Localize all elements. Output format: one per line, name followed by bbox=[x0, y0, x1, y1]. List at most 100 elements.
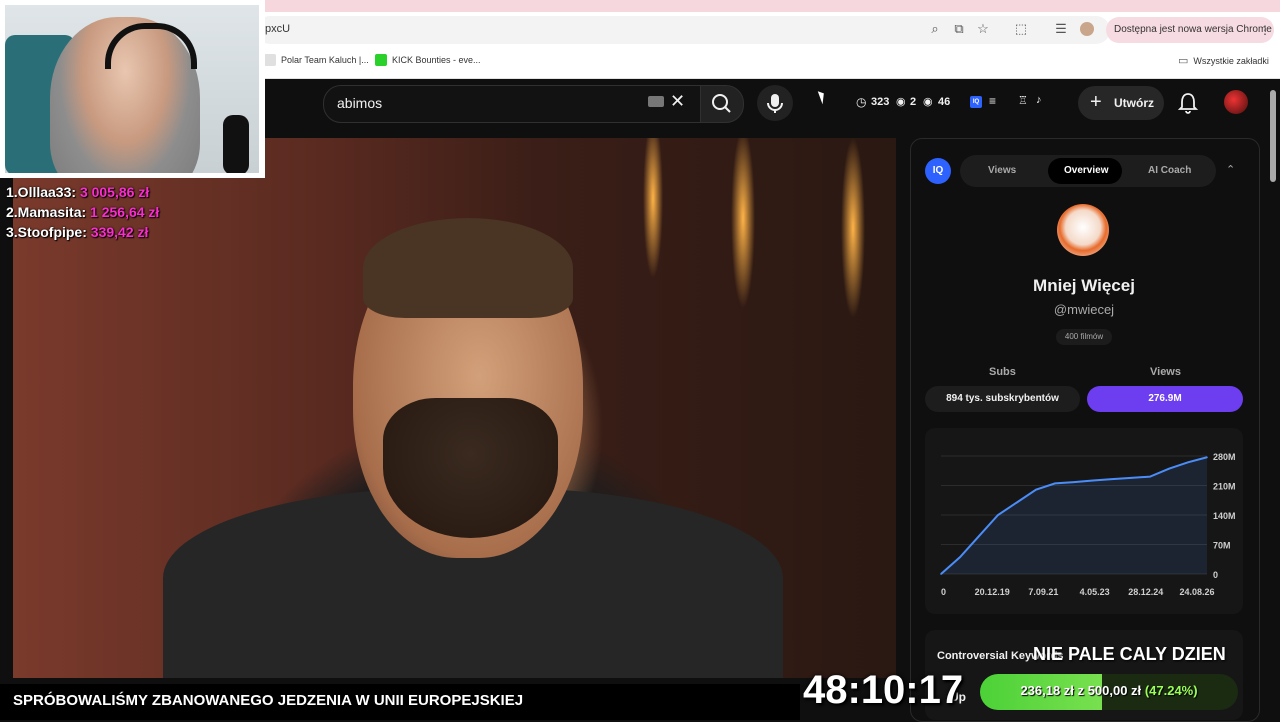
microphone-stand bbox=[223, 115, 249, 173]
chart-point bbox=[1054, 482, 1056, 485]
keyboard-icon[interactable] bbox=[648, 96, 664, 107]
iq-extension-icon[interactable]: IQ bbox=[970, 96, 982, 108]
tab-views[interactable]: Views bbox=[988, 165, 1016, 176]
video-person-beard bbox=[383, 398, 558, 538]
cast-icon[interactable]: ⧉ bbox=[951, 21, 967, 37]
microphone-icon bbox=[767, 94, 783, 113]
chart-point bbox=[1168, 467, 1170, 470]
tab-overview[interactable]: Overview bbox=[1064, 165, 1108, 176]
eye-icon: ◉ bbox=[896, 96, 906, 108]
bell-icon bbox=[1177, 93, 1199, 114]
chart-point bbox=[940, 573, 942, 575]
goal-current: 236,18 zł bbox=[1020, 683, 1074, 698]
leaderboard-amount: 339,42 zł bbox=[90, 224, 149, 240]
views-heading: Views bbox=[1150, 366, 1181, 378]
chart-x-tick: 20.12.19 bbox=[975, 587, 1010, 597]
channel-handle: @mwiecej bbox=[1053, 302, 1115, 317]
stat-eye-a: 2 bbox=[910, 96, 917, 108]
url-text[interactable]: pxcU bbox=[265, 23, 290, 35]
chrome-update-label: Dostępna jest nowa wersja Chrome bbox=[1114, 24, 1272, 35]
video-title: SPRÓBOWALIŚMY ZBANOWANEGO JEDZENIA W UNI… bbox=[13, 692, 524, 709]
folder-icon: ▭ bbox=[1178, 55, 1189, 67]
search-query[interactable]: abimos bbox=[337, 95, 382, 111]
chart-point bbox=[1016, 501, 1018, 504]
stream-timer: 48:10:17 bbox=[803, 668, 964, 712]
chart-area bbox=[941, 457, 1207, 574]
chart-x-tick: 24.08.26 bbox=[1179, 587, 1214, 597]
leaderboard-amount: 1 256,64 zł bbox=[90, 204, 160, 220]
extensions-icon[interactable]: ⬚ bbox=[1013, 21, 1029, 37]
views-chart: 280M 210M 140M 70M 0 0 20.12.19 7.09.21 4.05.23 2… bbox=[940, 452, 1236, 597]
donation-goal-text: 236,18 zł z 500,00 zł (47.24%) bbox=[980, 683, 1238, 698]
list-icon[interactable]: ≡ bbox=[989, 94, 996, 108]
leaderboard-entry-3: 3.Stoofpipe: 339,42 zł bbox=[6, 224, 148, 240]
chart-y-tick: 0 bbox=[1213, 570, 1218, 580]
plus-icon: + bbox=[1090, 91, 1102, 113]
leaderboard-name: 2.Mamasita: bbox=[6, 204, 87, 220]
leaderboard-entry-2: 2.Mamasita: 1 256,64 zł bbox=[6, 204, 159, 220]
reading-list-icon[interactable]: ☰ bbox=[1053, 21, 1069, 37]
channel-logo[interactable] bbox=[1057, 204, 1109, 256]
chrome-menu-icon[interactable]: ⋮ bbox=[1259, 23, 1271, 37]
chart-point bbox=[959, 556, 961, 558]
stat-watch: 323 bbox=[871, 96, 890, 108]
create-label: Utwórz bbox=[1114, 96, 1154, 110]
chart-x-tick: 7.09.21 bbox=[1028, 587, 1058, 597]
trophy-icon[interactable]: ♖ bbox=[1018, 94, 1028, 107]
voice-search-button[interactable] bbox=[757, 85, 793, 121]
clock-icon: ◷ bbox=[856, 95, 867, 109]
clear-search-icon[interactable]: ✕ bbox=[670, 91, 685, 112]
channel-name: Mniej Więcej bbox=[1033, 276, 1135, 295]
chart-x-tick: 28.12.24 bbox=[1128, 587, 1163, 597]
search-button[interactable] bbox=[700, 85, 744, 123]
chart-point bbox=[1111, 478, 1113, 480]
star-icon[interactable]: ☆ bbox=[975, 21, 991, 37]
chart-point bbox=[1206, 456, 1208, 459]
chart-y-tick: 140M bbox=[1213, 511, 1236, 521]
chart-y-tick: 70M bbox=[1213, 541, 1231, 551]
chart-y-tick: 210M bbox=[1213, 482, 1236, 492]
bookmark-kick[interactable]: KICK Bounties - eve... bbox=[375, 54, 481, 66]
views-value-button[interactable]: 276.9M bbox=[1087, 386, 1243, 412]
leaderboard-name: 3.Stoofpipe: bbox=[6, 224, 87, 240]
leaderboard-entry-1: 1.Olllaa33: 3 005,86 zł bbox=[6, 184, 149, 200]
chevron-up-icon[interactable]: ⌃ bbox=[1226, 163, 1235, 176]
bookmark-label: KICK Bounties - eve... bbox=[392, 55, 481, 65]
bookmark-polar[interactable]: Polar Team Kaluch |... bbox=[264, 54, 369, 66]
goal-percent: (47.24%) bbox=[1144, 683, 1198, 698]
video-count-badge: 400 filmów bbox=[1056, 329, 1112, 345]
leaderboard-amount: 3 005,86 zł bbox=[79, 184, 150, 200]
kick-icon bbox=[375, 54, 387, 66]
page-scrollbar[interactable] bbox=[1270, 90, 1276, 182]
avatar[interactable] bbox=[1224, 90, 1248, 114]
bookmark-favicon-icon bbox=[264, 54, 276, 66]
leaderboard-name: 1.Olllaa33: bbox=[6, 184, 77, 200]
subs-value-button[interactable]: 894 tys. subskrybentów bbox=[925, 386, 1080, 412]
bookmark-label: Polar Team Kaluch |... bbox=[281, 55, 369, 65]
chart-point bbox=[997, 514, 999, 516]
all-bookmarks[interactable]: ▭ Wszystkie zakładki bbox=[1178, 54, 1269, 67]
search-icon bbox=[712, 94, 731, 113]
chart-point bbox=[1187, 461, 1189, 464]
webcam-feed bbox=[5, 5, 259, 173]
chart-point bbox=[1092, 479, 1094, 482]
chart-point bbox=[1149, 475, 1151, 478]
chart-point bbox=[1035, 488, 1037, 491]
iq-logo-icon: IQ bbox=[925, 158, 951, 184]
notifications-button[interactable] bbox=[1177, 92, 1199, 119]
video-neon-lights bbox=[613, 138, 893, 338]
tab-ai-coach[interactable]: AI Coach bbox=[1148, 165, 1191, 176]
chart-x-tick: 0 bbox=[941, 587, 946, 597]
stat-eye-b: 46 bbox=[938, 96, 951, 108]
profile-icon[interactable] bbox=[1080, 22, 1094, 36]
chart-point bbox=[1130, 477, 1132, 479]
overlay-message: NIE PALE CALY DZIEN bbox=[1033, 644, 1226, 664]
bell-small-icon[interactable]: ♪ bbox=[1036, 94, 1042, 106]
chart-x-tick: 4.05.23 bbox=[1080, 587, 1110, 597]
views-chart-card: 280M 210M 140M 70M 0 0 20.12.19 7.09.21 4.05.23 2… bbox=[925, 428, 1243, 614]
zoom-icon[interactable]: ⌕ bbox=[927, 21, 943, 37]
goal-total: 500,00 zł bbox=[1087, 683, 1142, 698]
goal-separator: z bbox=[1077, 683, 1085, 698]
eye-icon: ◉ bbox=[923, 96, 933, 108]
chart-point bbox=[1073, 481, 1075, 483]
